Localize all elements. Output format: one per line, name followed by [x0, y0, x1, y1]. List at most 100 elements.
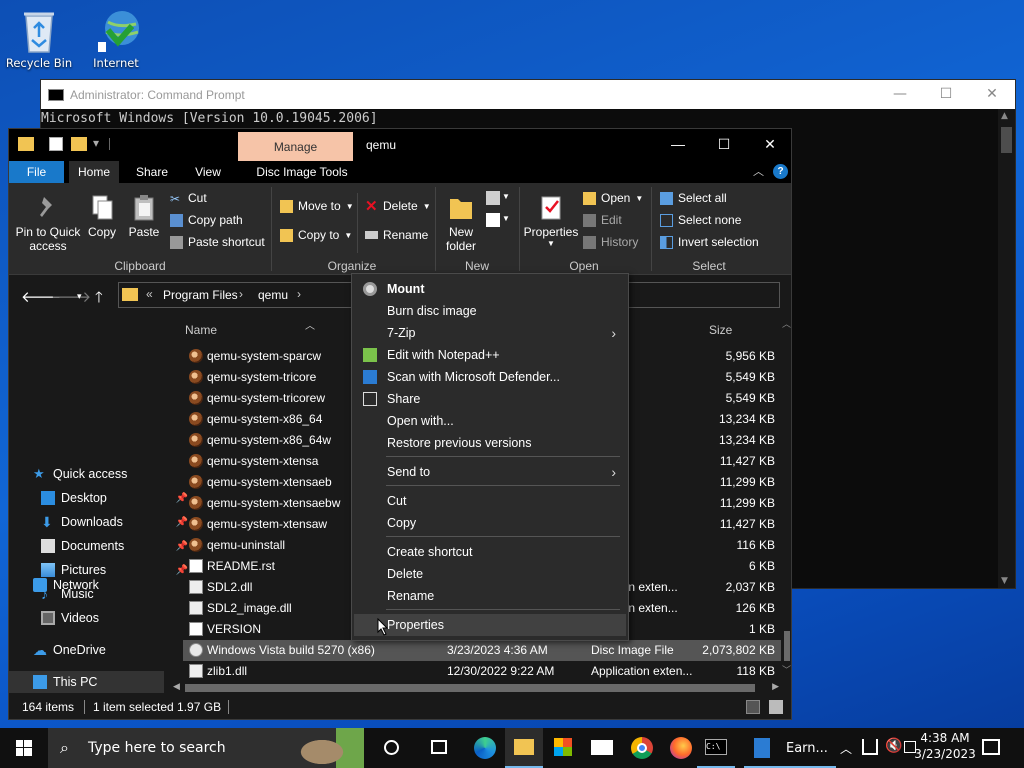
cmd-output[interactable]: Microsoft Windows [Version 10.0.19045.20… — [41, 109, 1015, 126]
explorer-maximize-button[interactable]: ☐ — [701, 129, 747, 159]
up-arrow-icon[interactable]: 🡑 — [95, 287, 103, 312]
file-row[interactable]: Windows Vista build 5270 (x86) 3/23/2023 … — [183, 640, 781, 661]
tab-file[interactable]: File — [9, 161, 64, 183]
nav-videos[interactable]: Videos — [41, 607, 196, 629]
history-button[interactable]: History — [583, 235, 638, 249]
select-none-button[interactable]: Select none — [660, 213, 741, 227]
chevron-right-icon[interactable]: › — [297, 287, 301, 301]
paste-shortcut-button[interactable]: Paste shortcut — [170, 235, 265, 249]
context-menu-item[interactable]: Share — [354, 388, 626, 410]
taskbar-firefox[interactable] — [661, 728, 699, 768]
context-menu-item[interactable]: 7-Zip › — [354, 322, 626, 344]
context-menu-item[interactable]: Create shortcut — [354, 541, 626, 563]
collapse-ribbon-icon[interactable]: ︿ — [753, 163, 764, 179]
forward-arrow-icon[interactable]: 🡒 — [51, 287, 91, 306]
pin-quick-access-button[interactable]: Pin to Quick access — [13, 193, 83, 253]
nav-documents[interactable]: Documents 📌 — [41, 535, 196, 557]
copy-button[interactable]: Copy — [85, 193, 119, 239]
context-menu-item[interactable]: Burn disc image — [354, 300, 626, 322]
notifications-icon[interactable] — [982, 739, 1000, 755]
context-menu-item[interactable]: Mount — [354, 278, 626, 300]
easy-access-icon[interactable] — [486, 213, 500, 227]
breadcrumb-program-files[interactable]: Program Files — [163, 288, 238, 302]
cmd-minimize-button[interactable]: — — [877, 80, 923, 109]
context-menu-item[interactable]: Edit with Notepad++ — [354, 344, 626, 366]
move-to-button[interactable]: Move to ▼ — [280, 199, 354, 213]
breadcrumb-qemu[interactable]: qemu — [258, 288, 288, 302]
scroll-down-icon[interactable]: ﹀ — [782, 663, 791, 676]
taskbar-edge[interactable] — [466, 728, 504, 768]
tab-home[interactable]: Home — [69, 161, 119, 183]
nav-downloads[interactable]: ⬇ Downloads 📌 — [41, 511, 196, 533]
tab-view[interactable]: View — [187, 161, 229, 183]
chevron-right-icon[interactable]: › — [239, 287, 243, 301]
context-menu-item[interactable]: Restore previous versions — [354, 432, 626, 454]
properties-button[interactable]: Properties ▼ — [523, 193, 579, 248]
taskbar-file-explorer[interactable] — [505, 728, 543, 768]
nav-desktop[interactable]: Desktop 📌 — [41, 487, 196, 509]
context-menu-item[interactable]: Properties — [354, 614, 626, 636]
copy-to-button[interactable]: Copy to ▼ — [280, 228, 352, 242]
new-folder-button[interactable]: New folder — [439, 193, 483, 253]
scroll-up-icon[interactable]: ︿ — [782, 317, 791, 330]
properties-quick-icon[interactable] — [49, 137, 63, 151]
scroll-right-icon[interactable]: ▶ — [772, 681, 779, 692]
tab-share[interactable]: Share — [131, 161, 173, 183]
overflow-chevron[interactable]: « — [146, 287, 153, 301]
volume-muted-icon[interactable]: 🔇 — [885, 738, 902, 768]
column-header-size[interactable]: Size — [709, 323, 732, 337]
column-header-name[interactable]: Name — [185, 323, 217, 337]
edit-button[interactable]: Edit — [583, 213, 622, 227]
scroll-left-icon[interactable]: ◀ — [173, 681, 180, 692]
start-button[interactable] — [0, 728, 48, 768]
context-menu-item[interactable]: Scan with Microsoft Defender... — [354, 366, 626, 388]
details-view-icon[interactable] — [746, 700, 760, 714]
select-all-button[interactable]: Select all — [660, 191, 727, 205]
new-folder-quick-icon[interactable] — [71, 137, 87, 151]
taskbar-word-document[interactable]: Earn... — [744, 728, 836, 768]
cmd-close-button[interactable]: ✕ — [969, 80, 1015, 109]
delete-button[interactable]: ✕ Delete ▼ — [365, 199, 431, 214]
show-hidden-icons-chevron[interactable]: ︿ — [840, 740, 852, 768]
nav-quick-access[interactable]: ★ Quick access — [33, 463, 188, 485]
scroll-up-icon[interactable]: ▲ — [1001, 111, 1008, 121]
chevron-down-icon[interactable]: ▼ — [502, 214, 510, 223]
desktop-icon-recycle-bin[interactable]: Recycle Bin — [1, 8, 77, 70]
scroll-down-icon[interactable]: ▼ — [1001, 576, 1008, 586]
context-menu-item[interactable]: Copy — [354, 512, 626, 534]
open-button[interactable]: Open ▼ — [583, 191, 643, 205]
taskbar-search-box[interactable]: ⌕ Type here to search — [48, 728, 364, 768]
new-item-icon[interactable] — [486, 191, 500, 205]
context-menu-item[interactable]: Delete — [354, 563, 626, 585]
cortana-button[interactable] — [372, 728, 410, 768]
horizontal-scrollbar[interactable]: ◀ ▶ — [171, 681, 783, 695]
context-menu-item[interactable]: Cut — [354, 490, 626, 512]
large-icons-view-icon[interactable] — [769, 700, 783, 714]
copy-path-button[interactable]: Copy path — [170, 213, 243, 227]
explorer-minimize-button[interactable]: — — [655, 129, 701, 159]
cmd-scrollbar[interactable]: ▲ ▼ — [998, 109, 1015, 588]
cut-button[interactable]: ✂ Cut — [170, 191, 207, 206]
cmd-title-bar[interactable]: Administrator: Command Prompt — [41, 80, 1015, 109]
recent-locations-chevron-icon[interactable]: ▾ — [77, 291, 82, 302]
scroll-thumb[interactable] — [185, 684, 755, 692]
scroll-thumb[interactable] — [784, 631, 790, 661]
rename-button[interactable]: Rename — [365, 228, 428, 242]
explorer-close-button[interactable]: ✕ — [747, 129, 793, 159]
context-menu-item[interactable]: Open with... — [354, 410, 626, 432]
task-view-button[interactable] — [420, 728, 458, 768]
file-row[interactable]: zlib1.dll 12/30/2022 9:22 AM Application e… — [183, 661, 781, 682]
cmd-maximize-button[interactable]: ☐ — [923, 80, 969, 109]
context-menu-item[interactable]: Send to › — [354, 461, 626, 483]
taskbar-chrome[interactable] — [622, 728, 660, 768]
nav-onedrive[interactable]: ☁ OneDrive — [33, 639, 188, 661]
desktop-icon-internet-downloader[interactable]: Internet Downloader — [78, 8, 154, 70]
tab-manage[interactable]: Manage — [238, 132, 353, 161]
paste-button[interactable]: Paste — [127, 193, 161, 239]
taskbar-command-prompt[interactable]: C:\ — [697, 728, 735, 768]
qat-dropdown-icon[interactable]: ▾ — [93, 136, 101, 152]
file-list-scrollbar[interactable]: ︿ ﹀ — [782, 315, 792, 675]
context-menu-item[interactable]: Rename — [354, 585, 626, 607]
chevron-down-icon[interactable]: ▼ — [502, 192, 510, 201]
help-icon[interactable]: ? — [773, 164, 788, 179]
